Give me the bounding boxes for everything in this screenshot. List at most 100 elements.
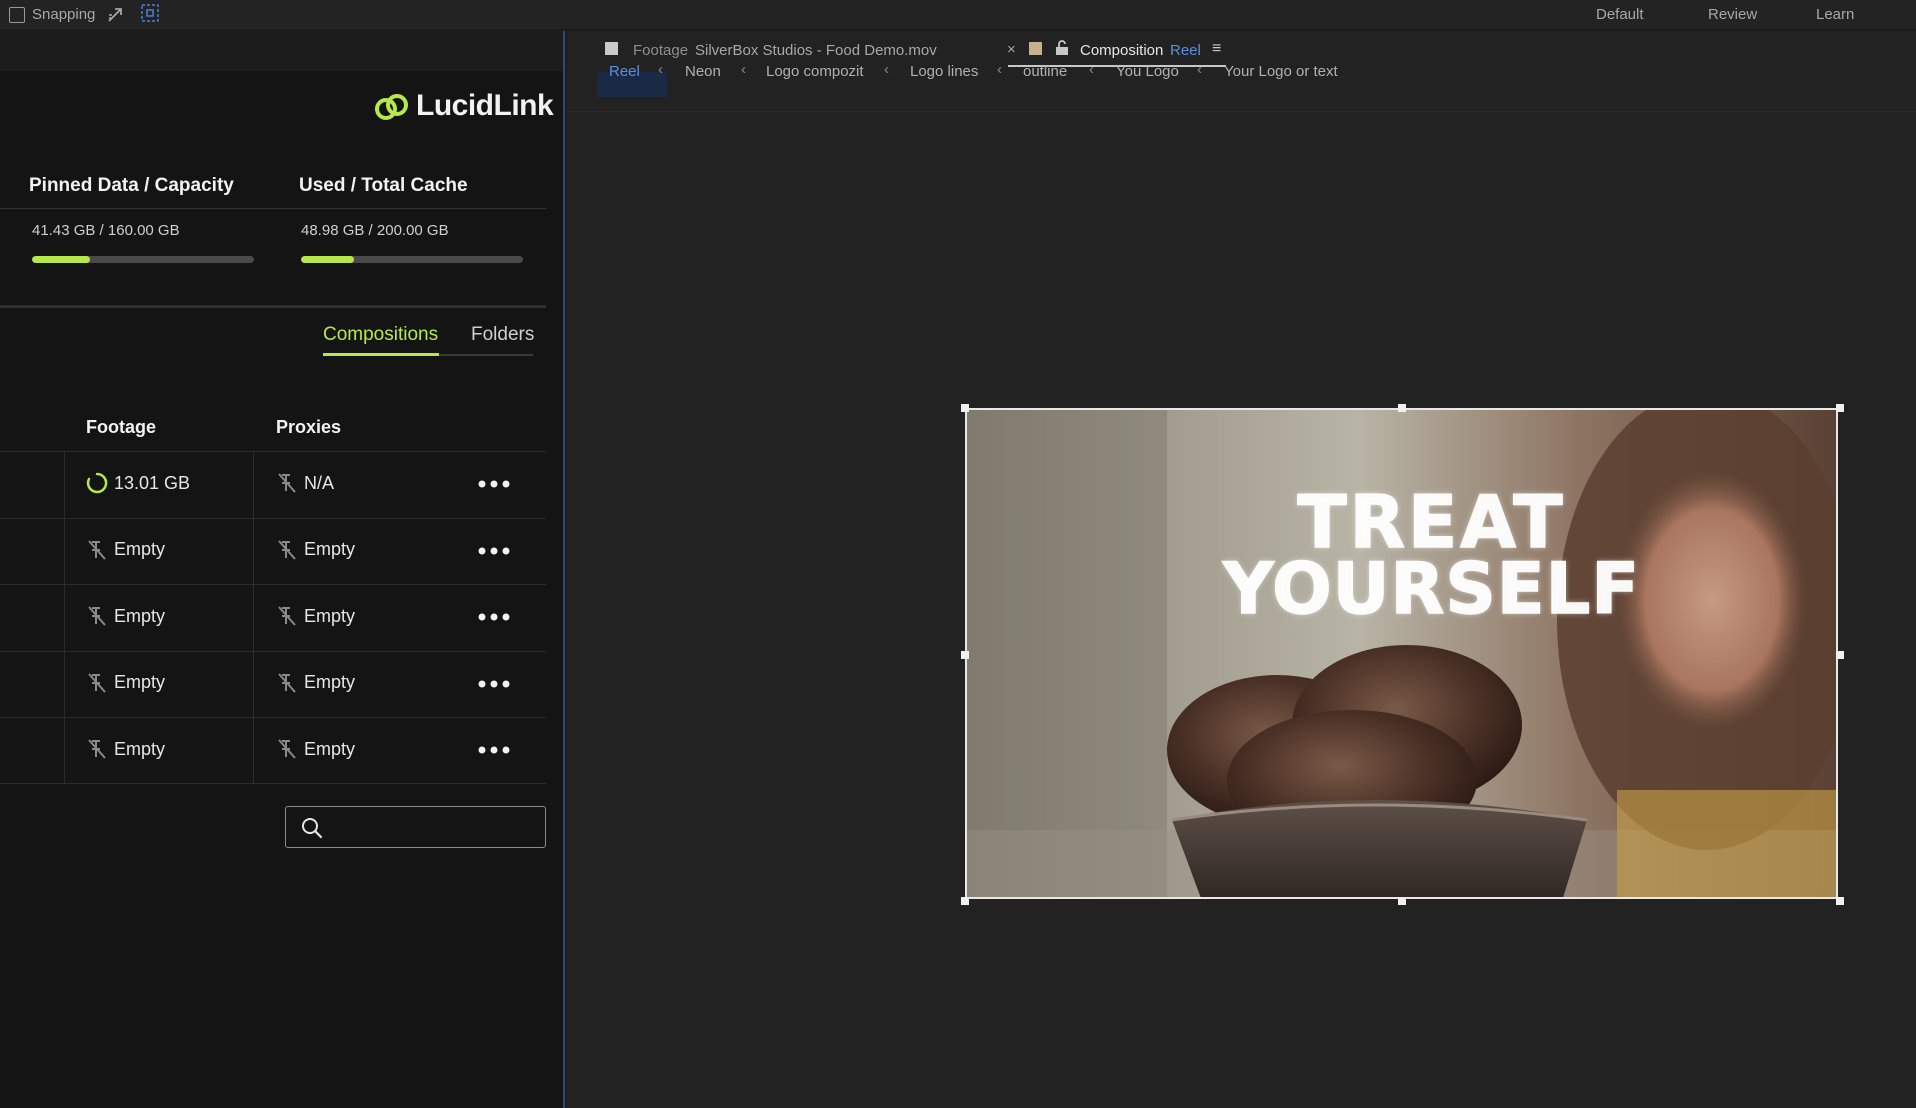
unpin-icon [88, 672, 106, 693]
footage-tab-label[interactable]: Footage [633, 42, 688, 59]
lucidlink-logo: LucidLink [372, 84, 554, 130]
chevron-left-icon: ‹ [884, 61, 889, 78]
composition-frame[interactable]: TREAT YOURSELF [965, 408, 1838, 899]
snap-grid-icon[interactable] [140, 3, 160, 23]
chevron-left-icon: ‹ [1197, 61, 1202, 78]
footage-value: 13.01 GB [114, 472, 191, 493]
row-divider [64, 651, 65, 717]
row-divider [64, 585, 65, 651]
composition-swatch [1029, 42, 1042, 55]
pinned-capacity-bar-fill [32, 256, 90, 263]
column-footage: Footage [86, 417, 156, 437]
chevron-left-icon: ‹ [658, 61, 663, 78]
chevron-left-icon: ‹ [741, 61, 746, 78]
cache-bar [301, 256, 523, 263]
row-divider [64, 718, 65, 783]
row-divider [253, 452, 254, 518]
workspace-learn[interactable]: Learn [1816, 6, 1854, 23]
resize-handle[interactable] [1836, 404, 1844, 412]
unpin-icon [278, 672, 296, 693]
footage-value: Empty [114, 738, 166, 759]
more-options-icon[interactable] [476, 607, 512, 627]
workspace-review[interactable]: Review [1708, 6, 1757, 23]
breadcrumb-item-logo-lines[interactable]: Logo lines [910, 63, 978, 80]
unpin-icon [278, 739, 296, 759]
unpin-icon [88, 739, 106, 759]
proxies-value: N/A [304, 472, 335, 493]
search-input[interactable] [285, 806, 546, 848]
composition-table: 13.01 GB N/A Empty Empty Empty Empty Emp… [0, 451, 546, 784]
table-row[interactable]: Empty Empty [0, 584, 546, 651]
breadcrumb-item-outline[interactable]: outline [1023, 63, 1067, 80]
chevron-left-icon: ‹ [997, 61, 1002, 78]
breadcrumb [567, 76, 1916, 112]
unpin-icon [88, 606, 106, 626]
table-row[interactable]: 13.01 GB N/A [0, 451, 546, 518]
footage-cell: Empty [86, 672, 165, 694]
more-options-icon[interactable] [476, 474, 512, 494]
table-row[interactable]: Empty Empty [0, 517, 546, 584]
proxies-cell: N/A [276, 472, 334, 494]
proxies-value: Empty [304, 738, 356, 759]
footage-cell: Empty [86, 738, 165, 760]
composition-viewer-panel: Footage SilverBox Studios - Food Demo.mo… [567, 31, 1916, 1108]
footage-cell: Empty [86, 539, 165, 561]
section-divider [0, 305, 546, 308]
breadcrumb-item-you-logo[interactable]: You Logo [1116, 63, 1179, 80]
tab-strip-underline [439, 354, 533, 356]
footage-value: Empty [114, 672, 166, 692]
composition-tab-label[interactable]: Composition [1080, 42, 1163, 59]
pinned-capacity-title: Pinned Data / Capacity [29, 175, 234, 196]
unpin-icon [278, 539, 296, 560]
more-options-icon[interactable] [476, 740, 512, 760]
logo-text: LucidLink [416, 89, 554, 122]
footage-value: Empty [114, 605, 166, 626]
breadcrumb-item-your-logo-or-text[interactable]: Your Logo or text [1224, 63, 1338, 80]
resize-handle[interactable] [961, 404, 969, 412]
row-divider [253, 585, 254, 651]
loading-ring-icon [86, 472, 108, 494]
pinned-capacity-value: 41.43 GB / 160.00 GB [32, 222, 180, 239]
panel-menu-icon[interactable]: ≡ [1212, 40, 1221, 58]
snapping-label: Snapping [32, 6, 96, 23]
more-options-icon[interactable] [476, 674, 512, 694]
panel-header-strip [0, 31, 563, 71]
row-divider [64, 452, 65, 518]
resize-handle[interactable] [1398, 404, 1406, 412]
breadcrumb-item-logo-compozit[interactable]: Logo compozit [766, 63, 864, 80]
snapping-checkbox[interactable] [9, 7, 25, 23]
footage-tab-name[interactable]: SilverBox Studios - Food Demo.mov [695, 42, 937, 59]
lucidlink-panel: LucidLink Pinned Data / Capacity Used / … [0, 31, 565, 1108]
cache-bar-fill [301, 256, 355, 263]
top-toolbar: Snapping Default Review Learn [0, 0, 1916, 30]
proxies-cell: Empty [276, 605, 355, 627]
table-row[interactable]: Empty Empty [0, 717, 546, 784]
tab-folders[interactable]: Folders [471, 324, 534, 346]
snap-arrow-icon[interactable] [106, 4, 126, 24]
footage-value: Empty [114, 539, 166, 559]
close-tab-icon[interactable]: × [1007, 41, 1016, 58]
resize-handle[interactable] [1398, 897, 1406, 905]
breadcrumb-item-reel[interactable]: Reel [609, 63, 640, 80]
breadcrumb-item-neon[interactable]: Neon [685, 63, 721, 80]
resize-handle[interactable] [961, 651, 969, 659]
row-divider [253, 651, 254, 717]
resize-handle[interactable] [961, 897, 969, 905]
row-divider [253, 718, 254, 783]
composition-tab-name[interactable]: Reel [1170, 42, 1201, 59]
resize-handle[interactable] [1836, 897, 1844, 905]
tab-compositions[interactable]: Compositions [323, 324, 438, 346]
proxies-value: Empty [304, 605, 356, 626]
table-row[interactable]: Empty Empty [0, 650, 546, 717]
row-divider [64, 518, 65, 584]
overlay-line-yourself: YOURSELF [1222, 547, 1641, 631]
resize-handle[interactable] [1836, 651, 1844, 659]
proxies-value: Empty [304, 672, 356, 692]
unlock-icon[interactable] [1055, 40, 1069, 56]
workspace-default[interactable]: Default [1596, 6, 1644, 23]
pinned-capacity-bar [32, 256, 254, 263]
footage-cell: Empty [86, 605, 165, 627]
proxies-value: Empty [304, 539, 356, 559]
more-options-icon[interactable] [476, 541, 512, 561]
lucidlink-logo-icon [375, 94, 408, 120]
